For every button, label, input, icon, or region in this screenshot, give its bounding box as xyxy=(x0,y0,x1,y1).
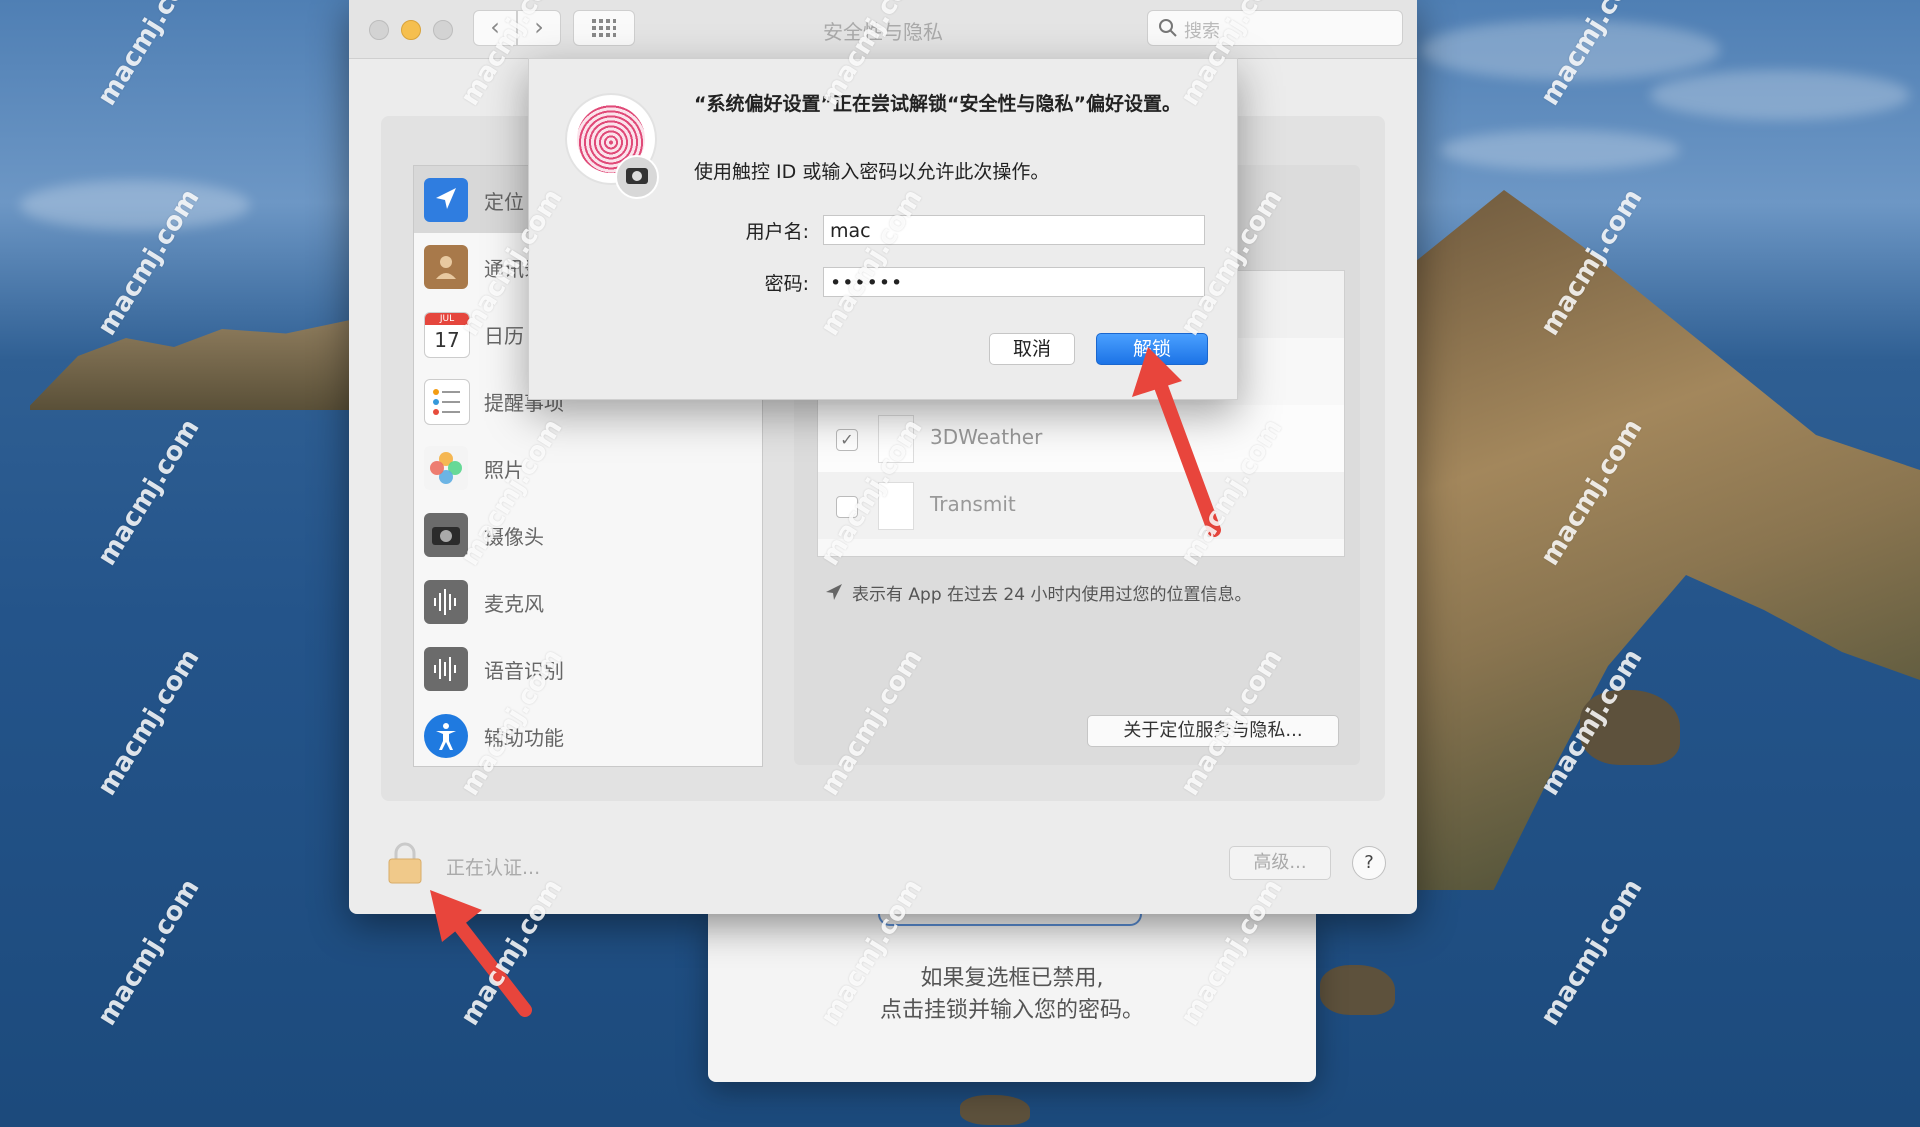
advanced-button[interactable]: 高级... xyxy=(1229,846,1331,880)
location-usage-note: 表示有 App 在过去 24 小时内使用过您的位置信息。 xyxy=(852,585,1252,605)
system-preferences-badge-icon xyxy=(615,155,659,199)
island-right xyxy=(1400,190,1920,890)
cancel-button[interactable]: 取消 xyxy=(989,333,1075,365)
password-label: 密码: xyxy=(764,273,809,295)
app-checkbox[interactable]: ✓ xyxy=(836,429,858,451)
help-button[interactable]: ? xyxy=(1352,846,1386,880)
sidebar-item-label: 麦克风 xyxy=(484,592,544,616)
dialog-title: “系统偏好设置”正在尝试解锁“安全性与隐私”偏好设置。 xyxy=(694,93,1181,115)
reminders-list-icon xyxy=(424,379,470,425)
speech-waveform-icon xyxy=(424,647,468,691)
location-arrow-small-icon xyxy=(826,584,842,600)
app-name: 3DWeather xyxy=(930,425,1043,449)
list-item[interactable]: Transmit xyxy=(818,472,1344,539)
search-icon xyxy=(1159,19,1177,37)
sidebar-item-speech[interactable]: 语音识别 xyxy=(414,635,762,702)
camera-lens xyxy=(632,171,642,181)
padlock-icon[interactable] xyxy=(387,840,423,884)
sheet-button-edge xyxy=(878,914,1142,926)
location-arrow-icon xyxy=(424,178,468,222)
search-field[interactable]: 搜索 xyxy=(1147,10,1403,46)
microphone-waveform-icon xyxy=(424,580,468,624)
island-left xyxy=(30,320,350,410)
sheet-line-2: 点击挂锁并输入您的密码。 xyxy=(879,998,1144,1023)
app-name: Transmit xyxy=(930,492,1016,516)
dialog-subtitle: 使用触控 ID 或输入密码以允许此次操作。 xyxy=(694,161,1050,183)
username-label: 用户名: xyxy=(745,221,809,243)
sidebar-item-photos[interactable]: 照片 xyxy=(414,434,762,501)
contacts-book-icon xyxy=(424,245,468,289)
sidebar-item-accessibility[interactable]: 辅助功能 xyxy=(414,702,762,769)
rock xyxy=(1320,965,1395,1015)
accessibility-person-icon xyxy=(424,714,468,758)
photos-flower-icon xyxy=(424,446,468,490)
sidebar-item-microphone[interactable]: 麦克风 xyxy=(414,568,762,635)
lock-status-text: 正在认证... xyxy=(446,857,541,879)
sidebar-item-label: 定位 xyxy=(484,190,524,214)
rock xyxy=(960,1095,1030,1125)
